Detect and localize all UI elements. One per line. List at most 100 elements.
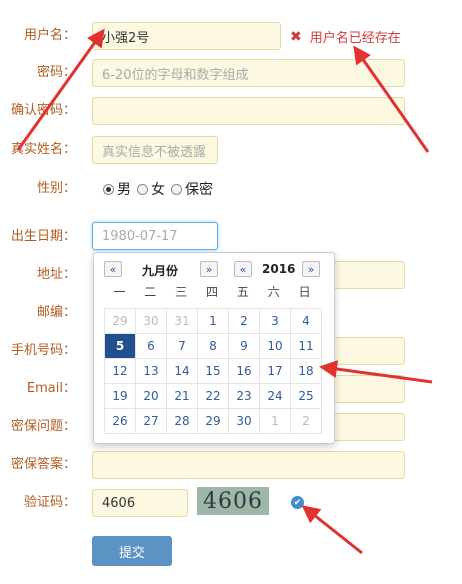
arrow-to-username [16,28,105,151]
calendar-day-cell[interactable]: 5 [105,334,136,359]
weekday-label: 一 [113,285,126,299]
password-placeholder: 6-20位的字母和数字组成 [102,67,249,83]
captcha-value: 4606 [102,495,136,511]
password-input[interactable]: 6-20位的字母和数字组成 [92,59,405,87]
calendar-day-cell[interactable]: 6 [136,334,167,359]
security-answer-label: 密保答案： [10,457,76,472]
calendar-day-cell[interactable]: 17 [260,359,291,384]
calendar-day-cell[interactable]: 1 [260,409,291,434]
calendar-day-cell[interactable]: 30 [229,409,260,434]
security-question-input[interactable] [330,413,405,441]
email-input[interactable] [330,375,405,403]
address-label: 地址： [36,267,76,282]
username-error-text: 用户名已经存在 [309,31,401,46]
username-input[interactable]: 小强2号 [92,22,281,50]
captcha-image[interactable]: 4606 [197,487,269,515]
weekday-label: 四 [206,285,219,299]
captcha-label: 验证码： [23,495,76,510]
calendar-week-row: 26 27 28 29 30 1 2 [105,409,322,434]
calendar-day-cell[interactable]: 22 [198,384,229,409]
calendar-day-cell[interactable]: 21 [167,384,198,409]
gender-option-male[interactable]: 男 [117,179,131,199]
submit-button[interactable]: 提交 [92,536,172,566]
arrow-to-check [301,505,363,555]
calendar-day-cell[interactable]: 10 [260,334,291,359]
calendar-day-cell[interactable]: 19 [105,384,136,409]
calendar-week-row: 29 30 31 1 2 3 4 [105,309,322,334]
calendar-day-cell[interactable]: 28 [167,409,198,434]
prev-year-button[interactable]: « [234,261,252,277]
security-answer-input[interactable] [92,451,405,479]
calendar-day-cell[interactable]: 18 [291,359,322,384]
calendar-week-row: 12 13 14 15 16 17 18 [105,359,322,384]
date-picker: « 九月份 » « 2016 » 一 二 三 四 五 六 日 29 30 31 1 2 3… [93,252,335,444]
confirm-password-input[interactable] [92,97,405,125]
calendar-day-cell[interactable]: 29 [105,309,136,334]
password-label: 密码： [36,65,76,80]
calendar-day-cell[interactable]: 15 [198,359,229,384]
calendar-day-cell[interactable]: 13 [136,359,167,384]
month-label: 九月份 [142,264,179,278]
weekday-label: 日 [298,285,311,299]
next-month-button[interactable]: » [200,261,218,277]
birth-date-label: 出生日期： [10,229,76,244]
real-name-placeholder: 真实信息不被透露 [102,144,207,160]
calendar-day-cell[interactable]: 23 [229,384,260,409]
calendar-day-cell[interactable]: 12 [105,359,136,384]
security-question-label: 密保问题： [10,419,76,434]
confirm-password-label: 确认密码： [10,103,76,118]
calendar-day-cell[interactable]: 11 [291,334,322,359]
username-label: 用户名： [23,28,76,43]
gender-radio-secret[interactable] [171,183,182,195]
gender-option-female[interactable]: 女 [151,179,165,199]
weekday-label: 三 [175,285,188,299]
birth-date-input[interactable]: 1980-07-17 [92,222,218,250]
year-label: 2016 [262,262,296,276]
calendar-day-cell[interactable]: 14 [167,359,198,384]
gender-radio-female[interactable] [137,183,148,195]
birth-date-placeholder: 1980-07-17 [102,228,178,244]
calendar-day-cell[interactable]: 29 [198,409,229,434]
calendar-day-cell[interactable]: 7 [167,334,198,359]
calendar-grid: 29 30 31 1 2 3 4 5 6 7 8 9 10 11 12 13 14 15 16 17 18 19 20 21 2… [104,308,322,434]
calendar-day-cell[interactable]: 26 [105,409,136,434]
phone-label: 手机号码： [10,343,76,358]
calendar-day-cell[interactable]: 20 [136,384,167,409]
email-label: Email： [26,381,76,396]
error-x-icon: ✖ [290,28,302,45]
calendar-day-cell[interactable]: 1 [198,309,229,334]
phone-input[interactable] [330,337,405,365]
calendar-day-cell[interactable]: 2 [229,309,260,334]
calendar-day-cell[interactable]: 3 [260,309,291,334]
calendar-day-cell[interactable]: 2 [291,409,322,434]
calendar-week-row: 19 20 21 22 23 24 25 [105,384,322,409]
calendar-day-cell[interactable]: 9 [229,334,260,359]
gender-radio-male[interactable] [103,183,114,195]
captcha-image-text: 4606 [203,488,263,514]
weekday-label: 二 [144,285,157,299]
calendar-day-cell[interactable]: 27 [136,409,167,434]
gender-option-secret[interactable]: 保密 [185,179,213,199]
calendar-day-cell[interactable]: 31 [167,309,198,334]
postcode-label: 邮编： [36,305,76,320]
calendar-day-cell[interactable]: 8 [198,334,229,359]
username-value: 小强2号 [102,30,150,46]
calendar-day-cell[interactable]: 16 [229,359,260,384]
real-name-input[interactable]: 真实信息不被透露 [92,136,218,164]
calendar-day-cell[interactable]: 30 [136,309,167,334]
real-name-label: 真实姓名： [10,142,76,157]
next-year-button[interactable]: » [302,261,320,277]
username-error: ✖ 用户名已经存在 [290,27,401,47]
weekday-label: 五 [236,285,249,299]
check-circle-icon: ✔ [291,496,304,509]
weekday-label: 六 [267,285,280,299]
calendar-day-cell[interactable]: 25 [291,384,322,409]
gender-radio-group: 男 女 保密 [97,179,213,199]
calendar-day-cell[interactable]: 4 [291,309,322,334]
address-input[interactable] [330,261,405,289]
gender-label: 性别： [36,181,76,196]
prev-month-button[interactable]: « [104,261,122,277]
calendar-week-row: 5 6 7 8 9 10 11 [105,334,322,359]
calendar-day-cell[interactable]: 24 [260,384,291,409]
captcha-input[interactable]: 4606 [92,489,188,517]
